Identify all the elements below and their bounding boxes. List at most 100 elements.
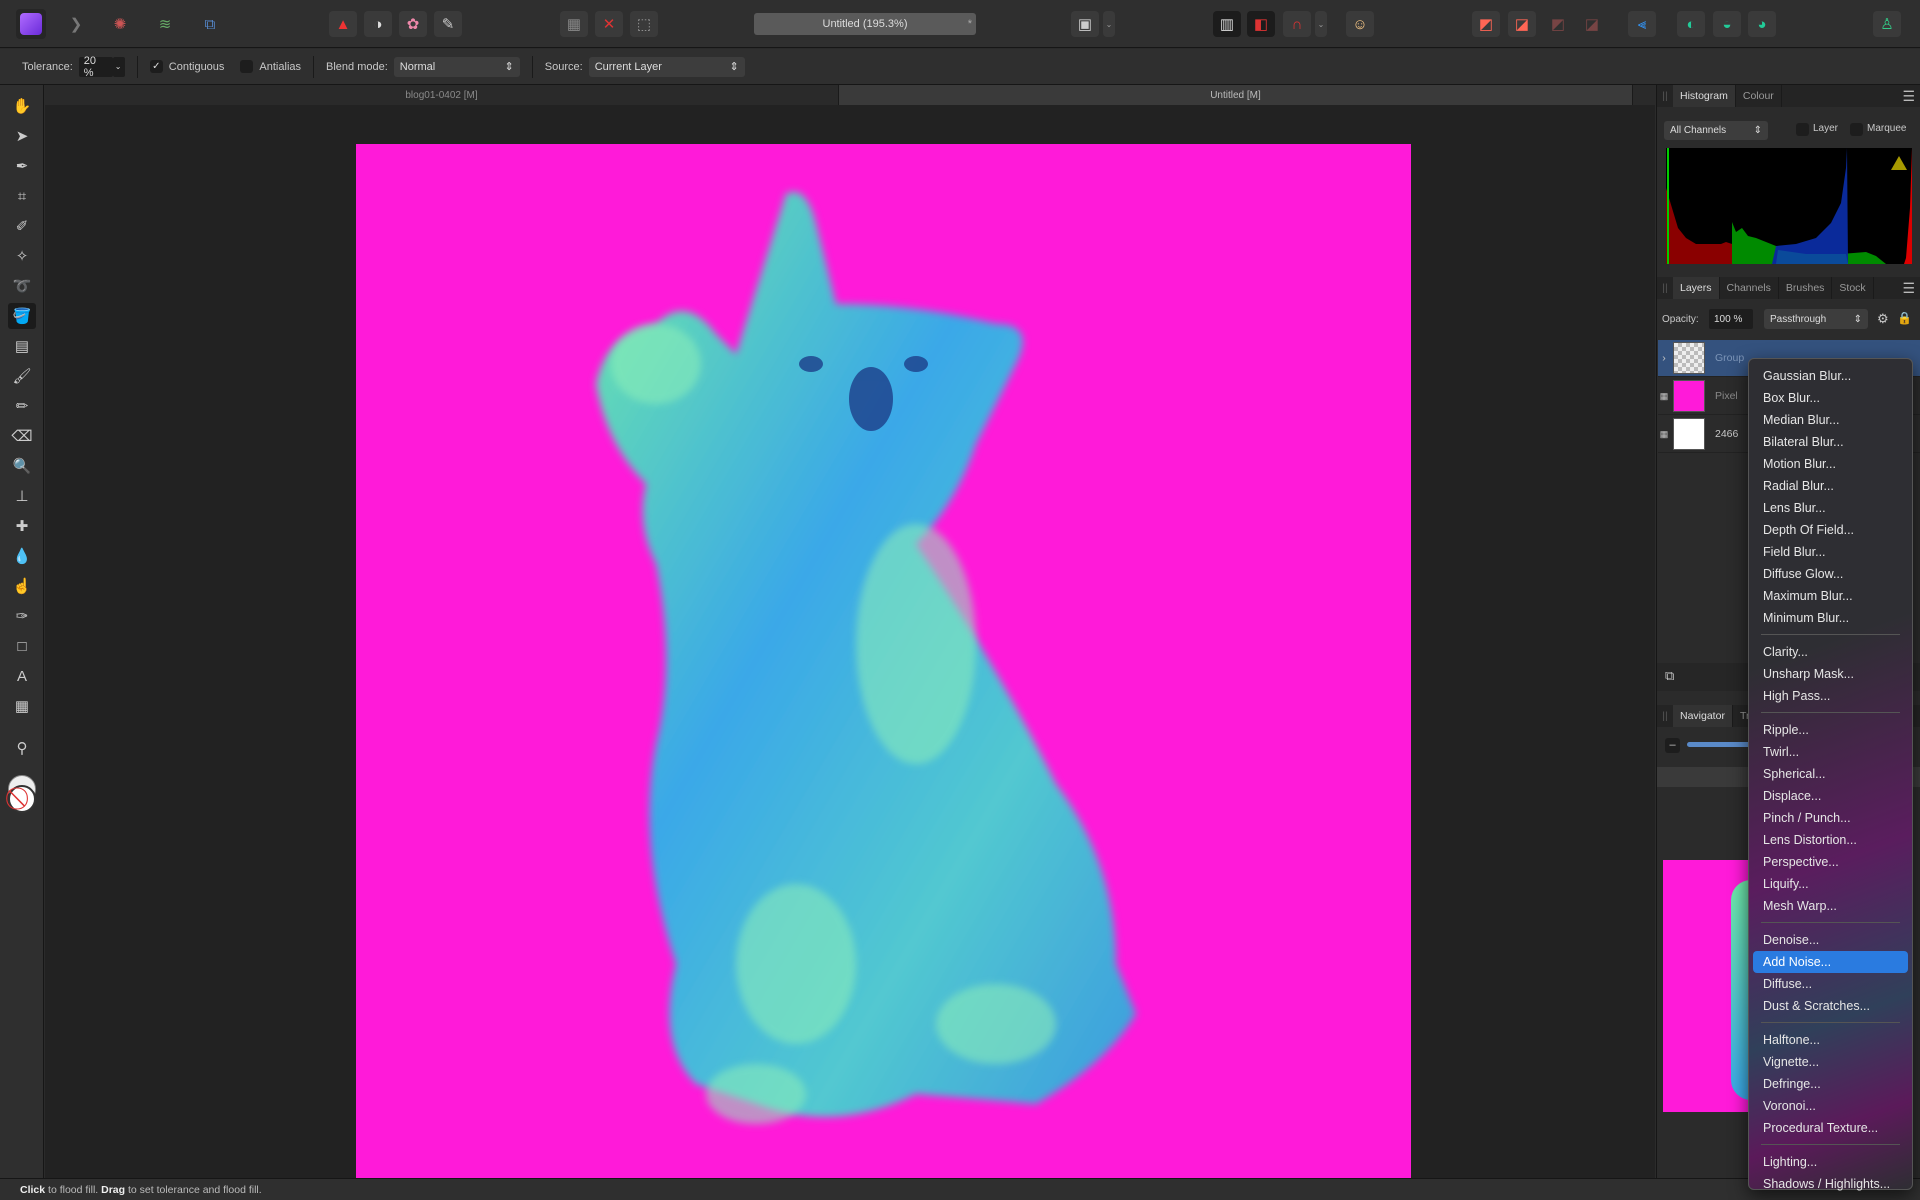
erase-tool[interactable]: ⌫ (8, 423, 36, 449)
flood-fill-tool[interactable]: 🪣 (8, 303, 36, 329)
pixel-tool[interactable]: ✏ (8, 393, 36, 419)
menu-item-box-blur[interactable]: Box Blur... (1753, 387, 1908, 409)
document-canvas[interactable] (356, 144, 1411, 1178)
menu-item-add-noise[interactable]: Add Noise... (1753, 951, 1908, 973)
grip-icon[interactable]: || (1657, 277, 1673, 299)
menu-item-twirl[interactable]: Twirl... (1753, 741, 1908, 763)
tone-mapping-persona-button[interactable]: ≋ (151, 11, 179, 37)
expand-icon[interactable]: › (1658, 352, 1670, 364)
secondary-color-swatch[interactable]: ⃠ (8, 785, 36, 813)
move-tool[interactable]: ➤ (8, 123, 36, 149)
select-all-button[interactable]: ▦ (560, 11, 588, 37)
curves-button[interactable]: ◑ (364, 11, 392, 37)
tab-brushes[interactable]: Brushes (1779, 277, 1833, 299)
navigator-preview[interactable] (1663, 860, 1749, 1112)
menu-item-dust-scratches[interactable]: Dust & Scratches... (1753, 995, 1908, 1017)
hsl-button[interactable]: ✿ (399, 11, 427, 37)
grip-icon[interactable]: || (1657, 705, 1673, 727)
align-button[interactable]: ⫷ (1628, 11, 1656, 37)
menu-item-unsharp-mask[interactable]: Unsharp Mask... (1753, 663, 1908, 685)
menu-item-halftone[interactable]: Halftone... (1753, 1029, 1908, 1051)
move-forward-button[interactable]: ◪ (1578, 11, 1606, 37)
menu-item-lighting[interactable]: Lighting... (1753, 1151, 1908, 1173)
healing-tool[interactable]: ✚ (8, 513, 36, 539)
arrange-front-button[interactable]: ◪ (1508, 11, 1536, 37)
contiguous-checkbox[interactable]: ✓ (149, 60, 163, 73)
rectangle-tool[interactable]: □ (8, 633, 36, 659)
quick-mask-button[interactable]: ▣ (1071, 11, 1099, 37)
account-button[interactable]: ♙ (1873, 11, 1901, 37)
crop-tool[interactable]: ⌗ (8, 183, 36, 209)
deselect-button[interactable]: ✕ (595, 11, 623, 37)
view-tool[interactable]: ✋ (8, 93, 36, 119)
menu-item-gaussian-blur[interactable]: Gaussian Blur... (1753, 365, 1908, 387)
menu-item-ripple[interactable]: Ripple... (1753, 719, 1908, 741)
paint-brush-tool[interactable]: 🖌 (8, 363, 36, 389)
menu-item-shadows-highlights[interactable]: Shadows / Highlights... (1753, 1173, 1908, 1195)
menu-item-lens-distortion[interactable]: Lens Distortion... (1753, 829, 1908, 851)
menu-item-depth-of-field[interactable]: Depth Of Field... (1753, 519, 1908, 541)
tab-colour[interactable]: Colour (1736, 85, 1782, 107)
mask-dropdown[interactable]: ⌄ (1103, 11, 1115, 37)
menu-item-denoise[interactable]: Denoise... (1753, 929, 1908, 951)
menu-item-radial-blur[interactable]: Radial Blur... (1753, 475, 1908, 497)
flood-select-tool[interactable]: ✧ (8, 243, 36, 269)
color-picker-tool[interactable]: ✒ (8, 153, 36, 179)
panel-menu-icon[interactable]: ☰ (1902, 277, 1920, 299)
snapping-button[interactable]: ∩ (1283, 11, 1311, 37)
gear-icon[interactable]: ⚙ (1877, 311, 1889, 327)
menu-item-median-blur[interactable]: Median Blur... (1753, 409, 1908, 431)
marquee-checkbox[interactable] (1850, 123, 1863, 136)
tab-stock[interactable]: Stock (1832, 277, 1874, 299)
menu-item-spherical[interactable]: Spherical... (1753, 763, 1908, 785)
white-balance-button[interactable]: ✎ (434, 11, 462, 37)
add-boolean-button[interactable]: ◐ (1677, 11, 1705, 37)
menu-item-defringe[interactable]: Defringe... (1753, 1073, 1908, 1095)
opacity-input[interactable]: 100 % (1709, 309, 1753, 329)
arrange-back-button[interactable]: ◩ (1472, 11, 1500, 37)
selection-brush-tool[interactable]: ✐ (8, 213, 36, 239)
menu-item-minimum-blur[interactable]: Minimum Blur... (1753, 607, 1908, 629)
lock-icon[interactable]: 🔒 (1897, 311, 1912, 325)
layer-stack-icon[interactable]: ⧉ (1665, 668, 1674, 684)
develop-persona-button[interactable]: ✺ (106, 11, 134, 37)
menu-item-mesh-warp[interactable]: Mesh Warp... (1753, 895, 1908, 917)
tab-navigator[interactable]: Navigator (1673, 705, 1733, 727)
menu-item-displace[interactable]: Displace... (1753, 785, 1908, 807)
channel-select[interactable]: All Channels ⇕ (1664, 121, 1768, 140)
mesh-warp-tool[interactable]: ▦ (8, 693, 36, 719)
menu-item-procedural-texture[interactable]: Procedural Texture... (1753, 1117, 1908, 1139)
document-title[interactable]: Untitled (195.3%) * (754, 13, 976, 35)
menu-item-field-blur[interactable]: Field Blur... (1753, 541, 1908, 563)
menu-item-pinch-punch[interactable]: Pinch / Punch... (1753, 807, 1908, 829)
panel-menu-icon[interactable]: ☰ (1902, 85, 1920, 107)
zoom-out-button[interactable]: – (1665, 738, 1680, 753)
snapping-dropdown[interactable]: ⌄ (1315, 11, 1327, 37)
photo-persona-button[interactable] (16, 9, 46, 39)
menu-item-motion-blur[interactable]: Motion Blur... (1753, 453, 1908, 475)
grip-icon[interactable]: || (1657, 85, 1673, 107)
clone-tool[interactable]: ⊥ (8, 483, 36, 509)
menu-item-diffuse-glow[interactable]: Diffuse Glow... (1753, 563, 1908, 585)
pen-tool[interactable]: ✑ (8, 603, 36, 629)
tab-histogram[interactable]: Histogram (1673, 85, 1736, 107)
layer-checkbox[interactable] (1796, 123, 1809, 136)
menu-item-high-pass[interactable]: High Pass... (1753, 685, 1908, 707)
menu-item-diffuse[interactable]: Diffuse... (1753, 973, 1908, 995)
menu-item-lens-blur[interactable]: Lens Blur... (1753, 497, 1908, 519)
blend-mode-select[interactable]: Normal ⇕ (393, 56, 520, 77)
menu-item-voronoi[interactable]: Voronoi... (1753, 1095, 1908, 1117)
menu-item-bilateral-blur[interactable]: Bilateral Blur... (1753, 431, 1908, 453)
liquify-persona-button[interactable]: ❯ (62, 11, 90, 37)
freehand-select-tool[interactable]: ➰ (8, 273, 36, 299)
move-backward-button[interactable]: ◩ (1544, 11, 1572, 37)
antialias-checkbox[interactable] (240, 60, 254, 73)
dodge-tool[interactable]: 🔍 (8, 453, 36, 479)
tolerance-input[interactable]: 20 % (78, 55, 113, 79)
menu-item-liquify[interactable]: Liquify... (1753, 873, 1908, 895)
tab-layers[interactable]: Layers (1673, 277, 1720, 299)
smudge-tool[interactable]: ☝ (8, 573, 36, 599)
menu-item-vignette[interactable]: Vignette... (1753, 1051, 1908, 1073)
assistant-button[interactable]: ☺ (1346, 11, 1374, 37)
export-persona-button[interactable]: ⧉ (196, 11, 224, 37)
